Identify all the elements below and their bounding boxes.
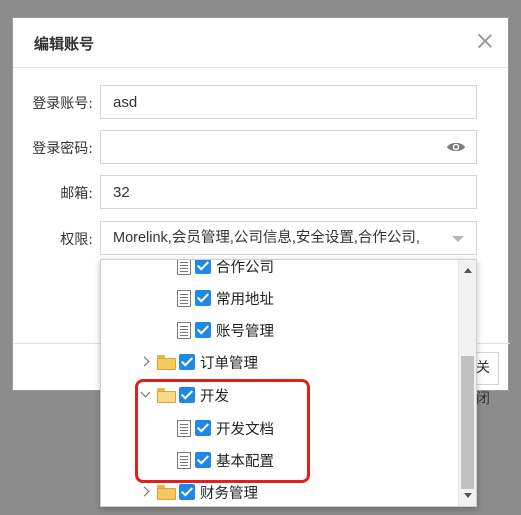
scroll-thumb[interactable] [461,356,474,489]
tree-item-label: 财务管理 [200,485,258,502]
document-icon [177,321,191,339]
folder-icon [157,484,176,500]
document-icon [177,289,191,307]
tree-item-order-management[interactable]: 订单管理 [139,350,258,374]
tree-item-label: 账号管理 [216,323,274,340]
close-icon[interactable] [474,30,496,52]
close-button-label: 关闭 [476,360,490,407]
dialog-title: 编辑账号 [34,35,95,53]
eye-icon[interactable] [446,140,466,154]
account-input[interactable] [100,85,477,119]
tree-item-label: 合作公司 [216,259,274,276]
folder-icon [157,354,176,370]
scroll-down-icon[interactable] [464,493,472,498]
chevron-right-icon[interactable] [139,486,151,498]
email-row: 邮箱: [13,175,510,209]
tree-item-common-address[interactable]: 常用地址 [177,286,274,310]
checkbox-checked-icon[interactable] [195,260,211,274]
password-input[interactable] [100,130,477,164]
permission-label: 权限: [60,232,93,248]
password-row: 登录密码: [13,130,510,164]
checkbox-checked-icon[interactable] [179,354,195,370]
dialog-header: 编辑账号 [13,18,508,68]
tree-item-partner-company[interactable]: 合作公司 [177,259,274,278]
scroll-up-icon[interactable] [464,268,472,273]
chevron-right-icon[interactable] [139,356,151,368]
account-label: 登录账号: [32,96,93,112]
tree-item-label: 常用地址 [216,291,274,308]
checkbox-checked-icon[interactable] [195,322,211,338]
tree-item-label: 订单管理 [200,355,258,372]
email-input[interactable] [100,175,477,209]
permission-value: Morelink,会员管理,公司信息,安全设置,合作公司, [113,230,420,246]
password-label: 登录密码: [32,141,93,157]
checkbox-checked-icon[interactable] [179,484,195,500]
permission-row: 权限: Morelink,会员管理,公司信息,安全设置,合作公司, [13,221,510,255]
dropdown-scrollbar[interactable] [458,260,476,506]
permission-select[interactable]: Morelink,会员管理,公司信息,安全设置,合作公司, [100,221,477,255]
email-label: 邮箱: [60,186,93,202]
highlight-box [135,379,310,483]
chevron-down-icon[interactable] [452,236,464,242]
checkbox-checked-icon[interactable] [195,290,211,306]
tree-item-account-management[interactable]: 账号管理 [177,318,274,342]
account-row: 登录账号: [13,85,510,119]
tree-item-finance-management[interactable]: 财务管理 [139,480,258,504]
document-icon [177,260,191,275]
